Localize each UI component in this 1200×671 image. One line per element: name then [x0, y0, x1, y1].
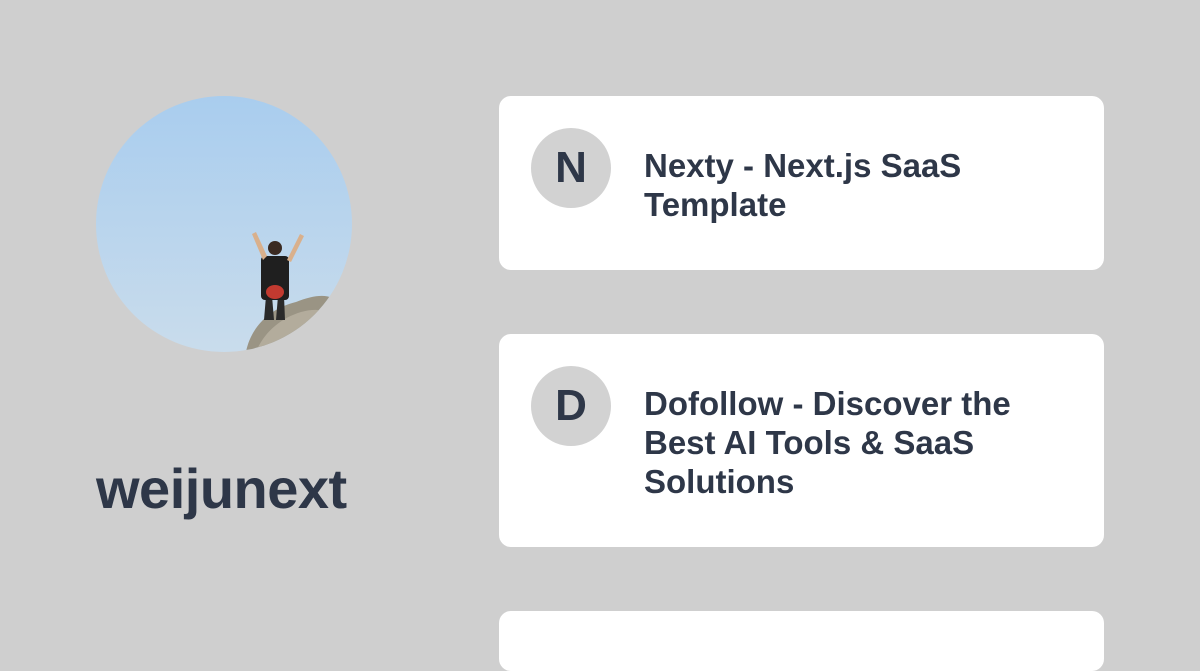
avatar-photo — [96, 96, 352, 352]
link-initial-avatar: D — [531, 366, 611, 446]
link-initial-avatar: N — [531, 128, 611, 208]
link-card-dofollow[interactable]: D Dofollow - Discover the Best AI Tools … — [499, 334, 1104, 547]
profile-section: weijunext — [96, 96, 354, 520]
username: weijunext — [96, 457, 347, 520]
link-card-nexty[interactable]: N Nexty - Next.js SaaS Template — [499, 96, 1104, 270]
link-card-partial[interactable] — [499, 611, 1104, 671]
link-title: Nexty - Next.js SaaS Template — [644, 147, 962, 223]
link-title: Dofollow - Discover the Best AI Tools & … — [644, 385, 1011, 500]
avatar[interactable] — [96, 96, 352, 352]
